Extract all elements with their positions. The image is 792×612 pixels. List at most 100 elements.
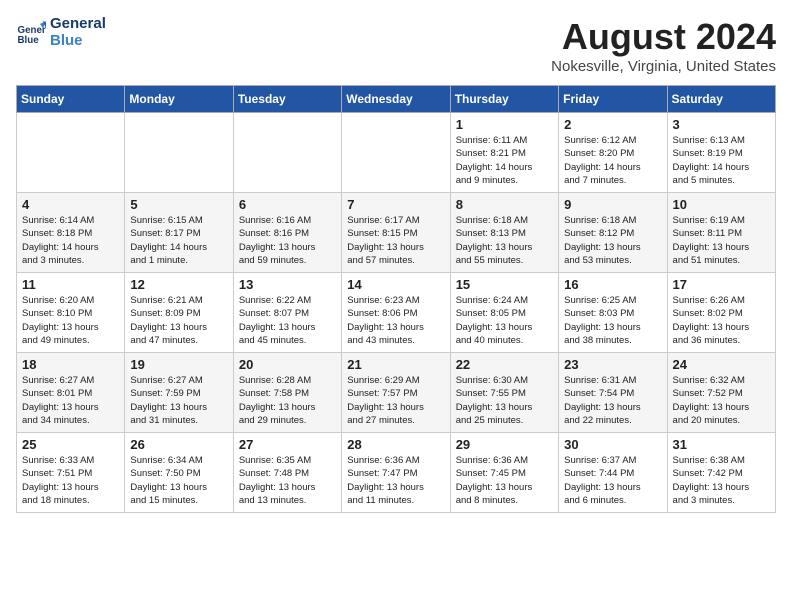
calendar-cell: 30 Sunrise: 6:37 AM Sunset: 7:44 PM Dayli… (559, 433, 667, 513)
day-info: Sunrise: 6:18 AM Sunset: 8:13 PM Dayligh… (456, 214, 553, 267)
day-info: Sunrise: 6:14 AM Sunset: 8:18 PM Dayligh… (22, 214, 119, 267)
calendar-cell: 1Sunrise: 6:11 AM Sunset: 8:21 PM Daylig… (450, 113, 558, 193)
logo-line2: Blue (50, 33, 106, 50)
calendar-body: 1Sunrise: 6:11 AM Sunset: 8:21 PM Daylig… (17, 113, 776, 513)
calendar-cell: 31 Sunrise: 6:38 AM Sunset: 7:42 PM Dayli… (667, 433, 775, 513)
page-header: General Blue General Blue August 2024 No… (16, 16, 776, 75)
day-number: 7 (347, 197, 444, 212)
day-number: 10 (673, 197, 770, 212)
day-number: 29 (456, 437, 553, 452)
day-number: 8 (456, 197, 553, 212)
day-info: Sunrise: 6:12 AM Sunset: 8:20 PM Dayligh… (564, 134, 661, 187)
day-number: 19 (130, 357, 227, 372)
calendar-cell: 22Sunrise: 6:30 AM Sunset: 7:55 PM Dayli… (450, 353, 558, 433)
calendar-cell: 6 Sunrise: 6:16 AM Sunset: 8:16 PM Daylig… (233, 193, 341, 273)
week-row-2: 4 Sunrise: 6:14 AM Sunset: 8:18 PM Daylig… (17, 193, 776, 273)
day-number: 27 (239, 437, 336, 452)
day-number: 26 (130, 437, 227, 452)
day-number: 13 (239, 277, 336, 292)
day-header-saturday: Saturday (667, 86, 775, 113)
calendar-cell: 28 Sunrise: 6:36 AM Sunset: 7:47 PM Dayli… (342, 433, 450, 513)
calendar-cell (342, 113, 450, 193)
week-row-3: 11Sunrise: 6:20 AM Sunset: 8:10 PM Dayli… (17, 273, 776, 353)
day-info: Sunrise: 6:16 AM Sunset: 8:16 PM Dayligh… (239, 214, 336, 267)
day-number: 6 (239, 197, 336, 212)
calendar-cell: 10 Sunrise: 6:19 AM Sunset: 8:11 PM Dayli… (667, 193, 775, 273)
calendar-cell: 25 Sunrise: 6:33 AM Sunset: 7:51 PM Dayli… (17, 433, 125, 513)
day-info: Sunrise: 6:25 AM Sunset: 8:03 PM Dayligh… (564, 294, 661, 347)
calendar-cell: 7 Sunrise: 6:17 AM Sunset: 8:15 PM Daylig… (342, 193, 450, 273)
day-info: Sunrise: 6:26 AM Sunset: 8:02 PM Dayligh… (673, 294, 770, 347)
location: Nokesville, Virginia, United States (551, 58, 776, 75)
calendar-cell: 11Sunrise: 6:20 AM Sunset: 8:10 PM Dayli… (17, 273, 125, 353)
day-number: 11 (22, 277, 119, 292)
calendar-cell: 29 Sunrise: 6:36 AM Sunset: 7:45 PM Dayli… (450, 433, 558, 513)
day-info: Sunrise: 6:27 AM Sunset: 8:01 PM Dayligh… (22, 374, 119, 427)
logo-icon: General Blue (16, 18, 46, 48)
day-info: Sunrise: 6:27 AM Sunset: 7:59 PM Dayligh… (130, 374, 227, 427)
day-info: Sunrise: 6:30 AM Sunset: 7:55 PM Dayligh… (456, 374, 553, 427)
day-header-thursday: Thursday (450, 86, 558, 113)
day-info: Sunrise: 6:23 AM Sunset: 8:06 PM Dayligh… (347, 294, 444, 347)
calendar-cell (17, 113, 125, 193)
month-year: August 2024 (551, 16, 776, 58)
calendar-cell: 21 Sunrise: 6:29 AM Sunset: 7:57 PM Dayli… (342, 353, 450, 433)
week-row-5: 25 Sunrise: 6:33 AM Sunset: 7:51 PM Dayli… (17, 433, 776, 513)
day-info: Sunrise: 6:32 AM Sunset: 7:52 PM Dayligh… (673, 374, 770, 427)
calendar-cell: 27Sunrise: 6:35 AM Sunset: 7:48 PM Dayli… (233, 433, 341, 513)
calendar-cell: 3Sunrise: 6:13 AM Sunset: 8:19 PM Daylig… (667, 113, 775, 193)
day-number: 14 (347, 277, 444, 292)
week-row-4: 18Sunrise: 6:27 AM Sunset: 8:01 PM Dayli… (17, 353, 776, 433)
calendar-cell: 17 Sunrise: 6:26 AM Sunset: 8:02 PM Dayli… (667, 273, 775, 353)
day-info: Sunrise: 6:15 AM Sunset: 8:17 PM Dayligh… (130, 214, 227, 267)
calendar-cell: 24 Sunrise: 6:32 AM Sunset: 7:52 PM Dayli… (667, 353, 775, 433)
day-info: Sunrise: 6:17 AM Sunset: 8:15 PM Dayligh… (347, 214, 444, 267)
day-info: Sunrise: 6:19 AM Sunset: 8:11 PM Dayligh… (673, 214, 770, 267)
day-number: 2 (564, 117, 661, 132)
day-number: 24 (673, 357, 770, 372)
day-number: 5 (130, 197, 227, 212)
day-number: 25 (22, 437, 119, 452)
day-number: 28 (347, 437, 444, 452)
day-info: Sunrise: 6:22 AM Sunset: 8:07 PM Dayligh… (239, 294, 336, 347)
day-header-sunday: Sunday (17, 86, 125, 113)
day-number: 12 (130, 277, 227, 292)
logo: General Blue General Blue (16, 16, 106, 49)
calendar-cell: 12Sunrise: 6:21 AM Sunset: 8:09 PM Dayli… (125, 273, 233, 353)
day-number: 20 (239, 357, 336, 372)
calendar-cell: 2 Sunrise: 6:12 AM Sunset: 8:20 PM Daylig… (559, 113, 667, 193)
calendar-cell (233, 113, 341, 193)
day-number: 30 (564, 437, 661, 452)
day-number: 31 (673, 437, 770, 452)
day-header-wednesday: Wednesday (342, 86, 450, 113)
day-number: 16 (564, 277, 661, 292)
day-info: Sunrise: 6:37 AM Sunset: 7:44 PM Dayligh… (564, 454, 661, 507)
calendar-cell: 20Sunrise: 6:28 AM Sunset: 7:58 PM Dayli… (233, 353, 341, 433)
logo-line1: General (50, 16, 106, 33)
calendar-cell: 8 Sunrise: 6:18 AM Sunset: 8:13 PM Daylig… (450, 193, 558, 273)
day-info: Sunrise: 6:31 AM Sunset: 7:54 PM Dayligh… (564, 374, 661, 427)
title-block: August 2024 Nokesville, Virginia, United… (551, 16, 776, 75)
day-number: 4 (22, 197, 119, 212)
day-number: 21 (347, 357, 444, 372)
day-info: Sunrise: 6:36 AM Sunset: 7:45 PM Dayligh… (456, 454, 553, 507)
svg-text:Blue: Blue (18, 34, 40, 45)
day-header-tuesday: Tuesday (233, 86, 341, 113)
day-number: 17 (673, 277, 770, 292)
day-info: Sunrise: 6:38 AM Sunset: 7:42 PM Dayligh… (673, 454, 770, 507)
calendar-cell: 19 Sunrise: 6:27 AM Sunset: 7:59 PM Dayli… (125, 353, 233, 433)
day-info: Sunrise: 6:36 AM Sunset: 7:47 PM Dayligh… (347, 454, 444, 507)
day-info: Sunrise: 6:11 AM Sunset: 8:21 PM Dayligh… (456, 134, 553, 187)
day-info: Sunrise: 6:18 AM Sunset: 8:12 PM Dayligh… (564, 214, 661, 267)
calendar-cell: 16 Sunrise: 6:25 AM Sunset: 8:03 PM Dayli… (559, 273, 667, 353)
calendar-cell: 23Sunrise: 6:31 AM Sunset: 7:54 PM Dayli… (559, 353, 667, 433)
calendar-header-row: SundayMondayTuesdayWednesdayThursdayFrid… (17, 86, 776, 113)
day-info: Sunrise: 6:33 AM Sunset: 7:51 PM Dayligh… (22, 454, 119, 507)
calendar-cell: 18Sunrise: 6:27 AM Sunset: 8:01 PM Dayli… (17, 353, 125, 433)
calendar-cell: 5 Sunrise: 6:15 AM Sunset: 8:17 PM Daylig… (125, 193, 233, 273)
day-info: Sunrise: 6:24 AM Sunset: 8:05 PM Dayligh… (456, 294, 553, 347)
day-number: 9 (564, 197, 661, 212)
day-number: 15 (456, 277, 553, 292)
day-info: Sunrise: 6:29 AM Sunset: 7:57 PM Dayligh… (347, 374, 444, 427)
calendar-table: SundayMondayTuesdayWednesdayThursdayFrid… (16, 85, 776, 513)
